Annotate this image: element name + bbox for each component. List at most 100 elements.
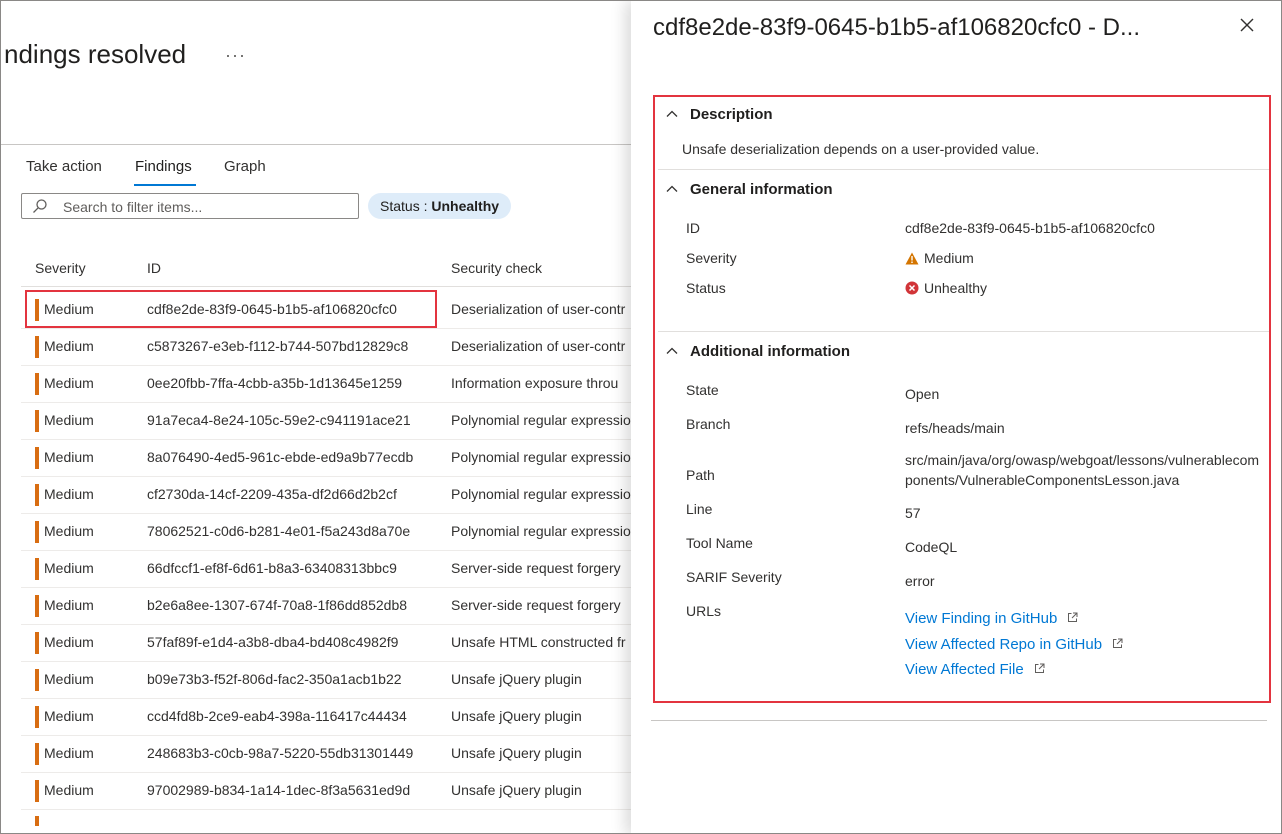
row-id: 91a7eca4-8e24-105c-59e2-c941191ace21 (147, 412, 411, 428)
severity-bar (35, 558, 39, 580)
column-header-severity[interactable]: Severity (35, 260, 86, 276)
severity-value-text: Medium (924, 250, 974, 266)
severity-bar (35, 484, 39, 506)
search-input[interactable]: Search to filter items... (21, 193, 359, 219)
column-header-security-check[interactable]: Security check (451, 260, 542, 276)
general-info-heading: General information (690, 181, 833, 198)
row-id: 57faf89f-e1d4-a3b8-dba4-bd408c4982f9 (147, 634, 399, 650)
severity-bar (35, 521, 39, 543)
row-severity: Medium (44, 671, 94, 687)
row-security-check: Unsafe jQuery plugin (451, 782, 582, 798)
severity-bar (35, 410, 39, 432)
sarif-severity-label: SARIF Severity (686, 569, 782, 585)
status-value-text: Unhealthy (924, 280, 988, 296)
row-severity: Medium (44, 338, 94, 354)
table-row[interactable]: Medium 91a7eca4-8e24-105c-59e2-c941191ace… (21, 402, 641, 440)
selected-row-highlight (25, 290, 437, 328)
status-label: Status (686, 280, 726, 296)
row-security-check: Deserialization of user-contr (451, 301, 626, 317)
row-security-check: Polynomial regular expressio (451, 412, 631, 428)
app-frame: ndings resolved ··· Take action Findings… (0, 0, 1282, 834)
row-id: b09e73b3-f52f-806d-fac2-350a1acb1b22 (147, 671, 402, 687)
row-severity: Medium (44, 782, 94, 798)
row-id: 0ee20fbb-7ffa-4cbb-a35b-1d13645e1259 (147, 375, 403, 391)
error-circle-icon (905, 281, 919, 295)
description-section-toggle[interactable]: Description (666, 106, 773, 123)
row-severity: Medium (44, 708, 94, 724)
status-filter-pill[interactable]: Status : Unhealthy (368, 193, 512, 219)
panel-divider (651, 720, 1267, 721)
warning-icon (905, 252, 919, 265)
row-security-check: Unsafe jQuery plugin (451, 745, 582, 761)
table-row[interactable]: Medium 248683b3-c0cb-98a7-5220-55db313014… (21, 735, 641, 773)
row-security-check: Polynomial regular expressio (451, 486, 631, 502)
line-label: Line (686, 501, 713, 517)
tab-take-action[interactable]: Take action (26, 158, 102, 175)
additional-info-section-toggle[interactable]: Additional information (666, 343, 850, 360)
row-security-check: Unsafe jQuery plugin (451, 671, 582, 687)
view-file-link-text: View Affected File (905, 661, 1024, 678)
search-placeholder: Search to filter items... (63, 199, 203, 215)
path-value: src/main/java/org/owasp/webgoat/lessons/… (905, 452, 1260, 488)
row-severity: Medium (44, 560, 94, 576)
row-id: b2e6a8ee-1307-674f-70a8-1f86dd852db8 (147, 597, 408, 613)
tab-graph[interactable]: Graph (224, 158, 266, 175)
row-id: 66dfccf1-ef8f-6d61-b8a3-63408313bbc9 (147, 560, 397, 576)
page-title: ndings resolved (4, 39, 187, 69)
branch-value: refs/heads/main (905, 420, 1005, 436)
filter-label: Status : (380, 198, 432, 214)
view-finding-link-text: View Finding in GitHub (905, 610, 1058, 627)
state-value: Open (905, 386, 940, 402)
table-row[interactable]: Medium b2e6a8ee-1307-674f-70a8-1f86dd852d… (21, 587, 641, 625)
description-heading: Description (690, 106, 773, 123)
row-id: cf2730da-14cf-2209-435a-df2d66d2b2cf (147, 486, 397, 502)
table-row[interactable]: Medium ccd4fd8b-2ce9-eab4-398a-116417c444… (21, 698, 641, 736)
branch-label: Branch (686, 416, 731, 432)
view-file-link[interactable]: View Affected File (905, 661, 1045, 678)
more-options-button[interactable]: ··· (225, 45, 246, 66)
view-repo-link[interactable]: View Affected Repo in GitHub (905, 636, 1123, 653)
row-security-check: Polynomial regular expressio (451, 449, 631, 465)
external-link-icon (1034, 663, 1045, 673)
row-id: 97002989-b834-1a14-1dec-8f3a5631ed9d (147, 782, 411, 798)
tool-name-label: Tool Name (686, 535, 753, 551)
severity-label: Severity (686, 250, 737, 266)
row-severity: Medium (44, 523, 94, 539)
table-row[interactable]: Medium c5873267-e3eb-f112-b744-507bd12829… (21, 328, 641, 366)
row-id: 78062521-c0d6-b281-4e01-f5a243d8a70e (147, 523, 411, 539)
line-value: 57 (905, 505, 921, 521)
general-info-section-toggle[interactable]: General information (666, 181, 833, 198)
severity-bar (35, 336, 39, 358)
row-severity: Medium (44, 745, 94, 761)
row-id: 248683b3-c0cb-98a7-5220-55db31301449 (147, 745, 414, 761)
header-divider (1, 144, 641, 145)
table-row[interactable]: Medium 8a076490-4ed5-961c-ebde-ed9a9b77ec… (21, 439, 641, 477)
view-finding-link[interactable]: View Finding in GitHub (905, 610, 1078, 627)
row-security-check: Server-side request forgery (451, 560, 621, 576)
active-tab-indicator (134, 184, 196, 186)
severity-bar (35, 816, 39, 826)
column-header-id[interactable]: ID (147, 260, 161, 276)
row-severity: Medium (44, 597, 94, 613)
table-row[interactable]: Medium 78062521-c0d6-b281-4e01-f5a243d8a7… (21, 513, 641, 551)
row-security-check: Server-side request forgery (451, 597, 621, 613)
table-row[interactable]: Medium cf2730da-14cf-2209-435a-df2d66d2b2… (21, 476, 641, 514)
severity-bar (35, 373, 39, 395)
external-link-icon (1113, 638, 1123, 648)
severity-bar (35, 706, 39, 728)
table-row[interactable]: Medium 66dfccf1-ef8f-6d61-b8a3-63408313bb… (21, 550, 641, 588)
row-severity: Medium (44, 412, 94, 428)
severity-bar (35, 632, 39, 654)
id-value: cdf8e2de-83f9-0645-b1b5-af106820cfc0 (905, 220, 1155, 236)
state-label: State (686, 382, 719, 398)
table-row[interactable]: Medium 0ee20fbb-7ffa-4cbb-a35b-1d13645e12… (21, 365, 641, 403)
row-security-check: Deserialization of user-contr (451, 338, 626, 354)
close-icon[interactable] (1233, 11, 1261, 39)
table-row[interactable]: Medium 97002989-b834-1a14-1dec-8f3a5631ed… (21, 772, 641, 810)
external-link-icon (1068, 612, 1078, 622)
table-row[interactable]: Medium 57faf89f-e1d4-a3b8-dba4-bd408c4982… (21, 624, 641, 662)
table-row[interactable]: Medium b09e73b3-f52f-806d-fac2-350a1acb1b… (21, 661, 641, 699)
section-divider (658, 169, 1269, 170)
view-repo-link-text: View Affected Repo in GitHub (905, 636, 1103, 653)
tab-findings[interactable]: Findings (135, 158, 192, 175)
